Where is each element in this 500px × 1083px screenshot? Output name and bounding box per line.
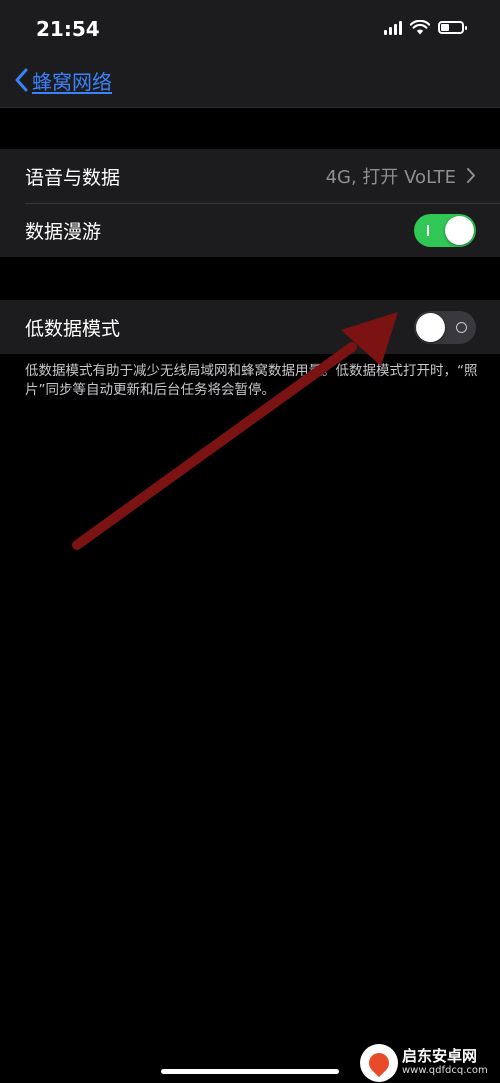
signal-icon: [384, 20, 402, 35]
watermark: 启东安卓网 www.qdfdcq.com: [360, 1042, 488, 1083]
toggle-on-mark-icon: [427, 225, 429, 236]
data-roaming-label: 数据漫游: [25, 220, 102, 243]
nav-bar: 蜂窝网络: [0, 55, 500, 108]
voice-data-label: 语音与数据: [25, 166, 121, 189]
low-data-mode-footer: 低数据模式有助于减少无线局域网和蜂窝数据用量。低数据模式打开时，“照片”同步等自…: [25, 363, 478, 398]
voice-data-row[interactable]: 语音与数据 4G, 打开 VoLTE: [0, 149, 500, 203]
home-indicator[interactable]: [161, 1069, 339, 1074]
back-button-label: 蜂窝网络: [32, 69, 112, 94]
watermark-logo-icon: [360, 1043, 398, 1082]
back-button[interactable]: 蜂窝网络: [14, 63, 112, 97]
data-roaming-toggle[interactable]: [414, 214, 476, 247]
toggle-off-mark-icon: [456, 322, 467, 333]
chevron-right-icon: [467, 168, 475, 183]
chevron-left-icon: [15, 68, 28, 92]
watermark-url: www.qdfdcq.com: [402, 1065, 488, 1076]
low-data-mode-label: 低数据模式: [25, 317, 121, 340]
low-data-mode-row: 低数据模式: [0, 300, 500, 354]
status-icons: [384, 20, 467, 35]
status-bar: 21:54: [0, 0, 500, 55]
status-time: 21:54: [36, 17, 100, 41]
battery-icon: [438, 21, 467, 34]
low-data-group: 低数据模式: [0, 300, 500, 354]
toggle-knob: [445, 216, 474, 245]
wifi-icon: [410, 20, 430, 35]
toggle-knob: [416, 313, 445, 342]
voice-data-value: 4G, 打开 VoLTE: [325, 167, 456, 188]
low-data-mode-toggle[interactable]: [414, 311, 476, 344]
data-roaming-row: 数据漫游: [0, 203, 500, 257]
cellular-options-group: 语音与数据 4G, 打开 VoLTE 数据漫游: [0, 149, 500, 257]
watermark-name: 启东安卓网: [402, 1047, 478, 1065]
